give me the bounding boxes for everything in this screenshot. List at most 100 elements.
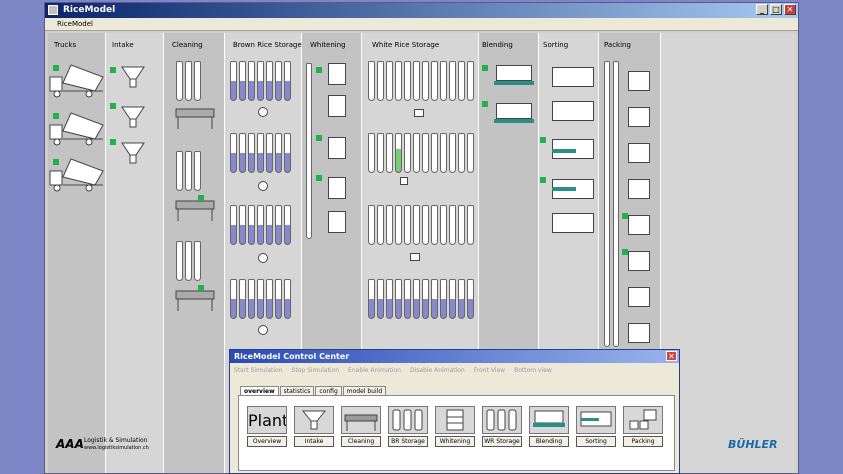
silo-icon[interactable] xyxy=(248,133,255,173)
silo-icon[interactable] xyxy=(458,279,465,319)
minimize-button[interactable]: _ xyxy=(756,4,768,15)
silo-icon[interactable] xyxy=(422,61,429,101)
silo-icon[interactable] xyxy=(257,205,264,245)
intake-hopper-icon[interactable] xyxy=(120,105,146,129)
silo-icon[interactable] xyxy=(248,61,255,101)
maximize-button[interactable]: □ xyxy=(770,4,782,15)
silo-icon[interactable] xyxy=(257,133,264,173)
silo-icon[interactable] xyxy=(458,205,465,245)
silo-icon[interactable] xyxy=(467,205,474,245)
silo-icon[interactable] xyxy=(431,133,438,173)
silo-icon[interactable] xyxy=(422,279,429,319)
silo-icon[interactable] xyxy=(266,133,273,173)
silo-icon[interactable] xyxy=(467,61,474,101)
truck-icon[interactable] xyxy=(49,105,105,147)
silo-icon[interactable] xyxy=(248,279,255,319)
silo-icon[interactable] xyxy=(386,205,393,245)
silo-icon[interactable] xyxy=(266,61,273,101)
silo-icon[interactable] xyxy=(368,133,375,173)
silo-icon[interactable] xyxy=(449,133,456,173)
silo-icon[interactable] xyxy=(284,205,291,245)
silo-icon[interactable] xyxy=(449,205,456,245)
silo-icon[interactable] xyxy=(440,133,447,173)
silo-icon[interactable] xyxy=(431,279,438,319)
wr-storage-button[interactable]: WR Storage xyxy=(482,436,522,447)
silo-icon[interactable] xyxy=(284,133,291,173)
sorter-icon[interactable] xyxy=(552,101,594,121)
silo-icon[interactable] xyxy=(239,205,246,245)
silo-icon[interactable] xyxy=(194,61,201,101)
packer-icon[interactable] xyxy=(628,251,650,271)
silo-icon[interactable] xyxy=(440,279,447,319)
whitener-icon[interactable] xyxy=(328,63,346,85)
silo-icon[interactable] xyxy=(257,279,264,319)
packer-icon[interactable] xyxy=(628,323,650,343)
silo-icon[interactable] xyxy=(275,205,282,245)
silo-icon[interactable] xyxy=(239,61,246,101)
silo-icon[interactable] xyxy=(404,205,411,245)
packer-icon[interactable] xyxy=(628,215,650,235)
packer-icon[interactable] xyxy=(628,287,650,307)
silo-icon[interactable] xyxy=(404,61,411,101)
close-button[interactable]: ✕ xyxy=(784,4,796,15)
whitener-icon[interactable] xyxy=(328,95,346,117)
whitening-button[interactable]: Whitening xyxy=(435,436,475,447)
silo-icon[interactable] xyxy=(395,61,402,101)
silo-icon[interactable] xyxy=(404,279,411,319)
whitener-icon[interactable] xyxy=(328,177,346,199)
silo-icon[interactable] xyxy=(395,205,402,245)
silo-icon[interactable] xyxy=(194,241,201,281)
silo-icon[interactable] xyxy=(413,61,420,101)
packer-icon[interactable] xyxy=(628,179,650,199)
bottom-view-button[interactable]: Bottom view xyxy=(514,367,552,374)
cleaner-machine-icon[interactable] xyxy=(172,287,218,313)
silo-icon[interactable] xyxy=(440,205,447,245)
silo-icon[interactable] xyxy=(239,279,246,319)
silo-icon[interactable] xyxy=(413,205,420,245)
sorter-icon[interactable] xyxy=(552,213,594,233)
silo-icon[interactable] xyxy=(368,61,375,101)
silo-icon[interactable] xyxy=(422,133,429,173)
silo-icon[interactable] xyxy=(377,205,384,245)
sorting-button[interactable]: Sorting xyxy=(576,436,616,447)
silo-icon[interactable] xyxy=(185,61,192,101)
packer-icon[interactable] xyxy=(628,143,650,163)
silo-icon[interactable] xyxy=(368,205,375,245)
whitener-icon[interactable] xyxy=(328,211,346,233)
silo-icon[interactable] xyxy=(176,241,183,281)
packer-icon[interactable] xyxy=(628,107,650,127)
control-center-titlebar[interactable]: RiceModel Control Center ✕ xyxy=(230,350,679,363)
whitener-icon[interactable] xyxy=(328,137,346,159)
silo-icon[interactable] xyxy=(230,133,237,173)
sorter-icon[interactable] xyxy=(552,67,594,87)
silo-icon[interactable] xyxy=(377,61,384,101)
cleaner-machine-icon[interactable] xyxy=(172,105,218,131)
silo-icon[interactable] xyxy=(230,205,237,245)
silo-icon[interactable] xyxy=(386,133,393,173)
silo-icon[interactable] xyxy=(395,133,402,173)
disable-animation-button[interactable]: Disable Animation xyxy=(410,367,465,374)
packing-button[interactable]: Packing xyxy=(623,436,663,447)
truck-icon[interactable] xyxy=(49,151,105,193)
silo-icon[interactable] xyxy=(377,279,384,319)
silo-icon[interactable] xyxy=(458,61,465,101)
cleaning-button[interactable]: Cleaning xyxy=(341,436,381,447)
silo-icon[interactable] xyxy=(185,241,192,281)
silo-icon[interactable] xyxy=(386,279,393,319)
silo-icon[interactable] xyxy=(467,279,474,319)
silo-icon[interactable] xyxy=(248,205,255,245)
silo-icon[interactable] xyxy=(395,279,402,319)
silo-icon[interactable] xyxy=(230,61,237,101)
silo-icon[interactable] xyxy=(275,279,282,319)
overview-button[interactable]: Overview xyxy=(247,436,287,447)
silo-icon[interactable] xyxy=(431,61,438,101)
silo-icon[interactable] xyxy=(413,133,420,173)
silo-icon[interactable] xyxy=(404,133,411,173)
silo-icon[interactable] xyxy=(257,61,264,101)
silo-icon[interactable] xyxy=(440,61,447,101)
silo-icon[interactable] xyxy=(449,279,456,319)
cleaner-machine-icon[interactable] xyxy=(172,197,218,223)
start-simulation-button[interactable]: Start Simulation xyxy=(234,367,283,374)
silo-icon[interactable] xyxy=(413,279,420,319)
silo-icon[interactable] xyxy=(467,133,474,173)
